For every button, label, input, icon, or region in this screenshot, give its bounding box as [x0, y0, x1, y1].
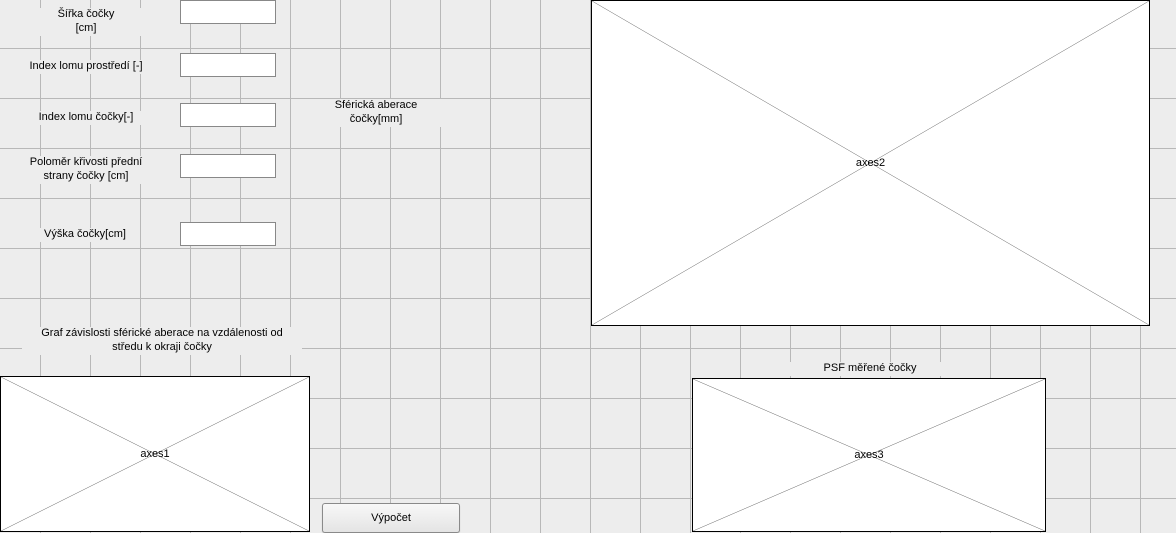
input-medium-index[interactable] [180, 53, 276, 77]
label-medium-index: Index lomu prostředí [-] [19, 60, 153, 74]
axes1-plot: axes1 [0, 376, 310, 532]
label-psf: PSF měřené čočky [790, 362, 950, 376]
label-lens-width: Šířka čočky[cm] [26, 8, 146, 36]
axes2-plot: axes2 [591, 0, 1150, 326]
axes3-plot: axes3 [692, 378, 1046, 532]
input-lens-width[interactable] [180, 0, 276, 24]
input-front-radius[interactable] [180, 154, 276, 178]
input-lens-index[interactable] [180, 103, 276, 127]
compute-button[interactable]: Výpočet [322, 503, 460, 533]
input-lens-height[interactable] [180, 222, 276, 246]
label-front-radius: Poloměr křivosti přednístrany čočky [cm] [22, 156, 150, 184]
label-lens-index: Index lomu čočky[-] [26, 111, 146, 125]
label-spherical-aberration: Sférická aberacečočky[mm] [311, 99, 441, 127]
label-aberration-graph: Graf závislosti sférické aberace na vzdá… [22, 327, 302, 355]
label-lens-height: Výška čočky[cm] [35, 228, 135, 242]
